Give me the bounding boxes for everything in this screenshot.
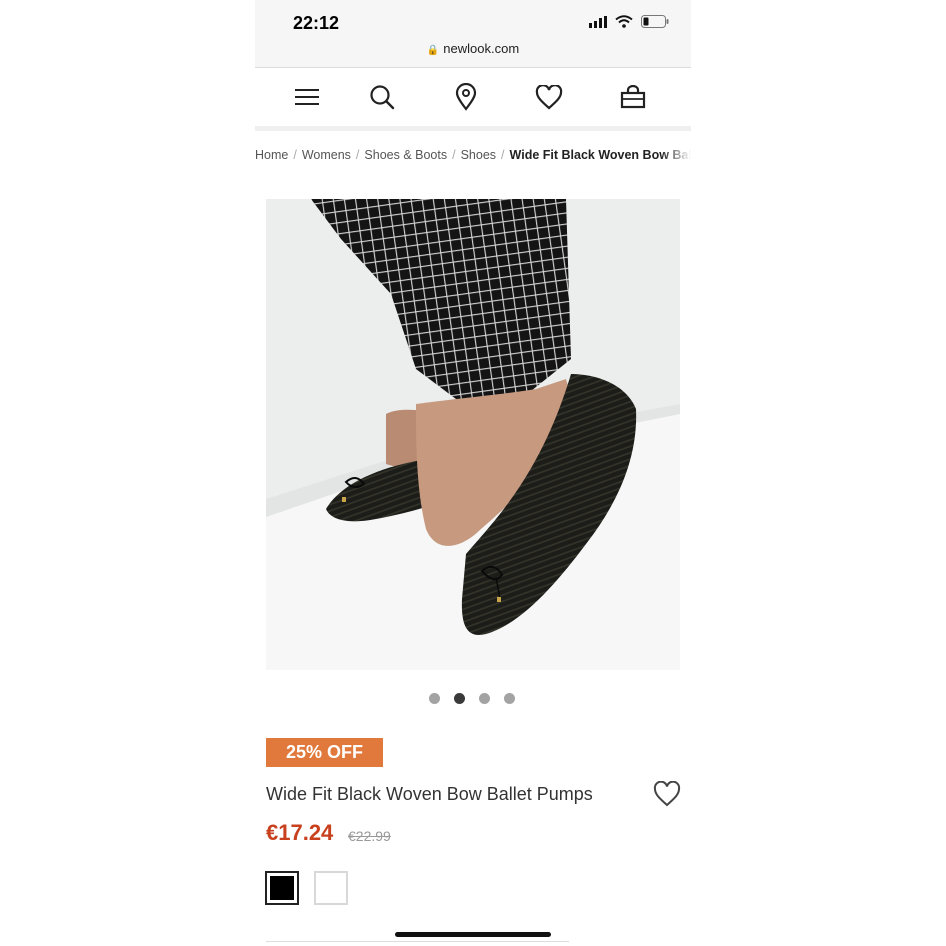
add-to-wishlist-heart-icon[interactable] (653, 780, 681, 809)
breadcrumb-separator: / (501, 148, 505, 162)
color-swatch-black[interactable] (265, 871, 299, 905)
breadcrumb-separator: / (355, 148, 360, 162)
breadcrumb-home[interactable]: Home (255, 148, 288, 162)
home-indicator[interactable] (395, 932, 551, 937)
breadcrumb-fade (661, 144, 691, 168)
bag-icon[interactable] (618, 82, 648, 112)
product-photo (266, 199, 680, 670)
breadcrumb-separator: / (293, 148, 297, 162)
gallery-dot-2[interactable] (454, 693, 465, 704)
menu-icon[interactable] (292, 82, 322, 112)
lock-icon: 🔒 (426, 45, 440, 56)
signal-icon (589, 15, 607, 28)
breadcrumb-womens[interactable]: Womens (302, 148, 351, 162)
product-title: Wide Fit Black Woven Bow Ballet Pumps (266, 784, 593, 804)
search-icon[interactable] (367, 82, 397, 112)
breadcrumb-shoes[interactable]: Shoes (461, 148, 496, 162)
store-locator-icon[interactable] (451, 82, 481, 112)
breadcrumb: Home / Womens / Shoes & Boots / Shoes / Wide Fit… (255, 148, 691, 162)
product-image[interactable] (266, 199, 680, 670)
url-bar[interactable]: 🔒 newlook.com (255, 41, 691, 56)
swatch-fill (270, 876, 294, 900)
breadcrumb-shoes-boots[interactable]: Shoes & Boots (364, 148, 447, 162)
nav-divider (255, 126, 691, 131)
was-price: €22.99 (348, 828, 391, 844)
discount-badge: 25% OFF (266, 738, 383, 767)
wifi-icon (615, 15, 633, 28)
phone-screen: 22:12 🔒 newlook.com Home / Womens / Shoe… (255, 0, 691, 946)
status-icons (589, 15, 669, 28)
gallery-dots (429, 693, 515, 704)
url-text: newlook.com (443, 41, 520, 56)
breadcrumb-separator: / (452, 148, 456, 162)
gallery-dot-3[interactable] (479, 693, 490, 704)
status-time: 22:12 (293, 13, 340, 33)
current-price: €17.24 (266, 820, 334, 845)
status-bar: 22:12 🔒 newlook.com (255, 0, 691, 68)
wishlist-icon[interactable] (534, 82, 564, 112)
size-selector-edge (266, 941, 569, 942)
battery-icon (641, 15, 669, 28)
gallery-dot-4[interactable] (504, 693, 515, 704)
gallery-dot-1[interactable] (429, 693, 440, 704)
color-swatch-white[interactable] (314, 871, 348, 905)
top-nav (255, 68, 691, 126)
